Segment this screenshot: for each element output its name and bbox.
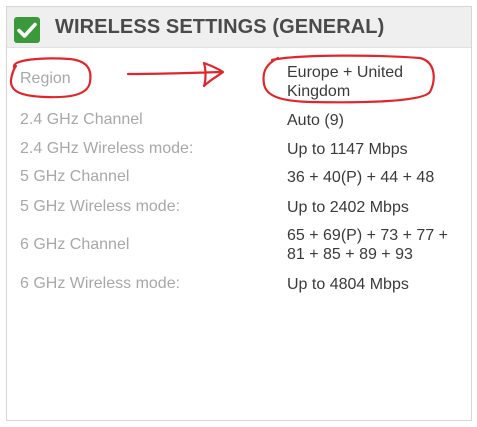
row-label-6g-channel: 6 GHz Channel (20, 236, 130, 253)
row-label-5g-mode: 5 GHz Wireless mode: (20, 198, 181, 215)
wireless-settings-panel: WIRELESS SETTINGS (GENERAL) Region Europ… (6, 6, 472, 421)
row-label-6g-mode: 6 GHz Wireless mode: (20, 275, 181, 292)
section-title: WIRELESS SETTINGS (GENERAL) (55, 16, 385, 38)
row-value-5g-channel: 36 + 40(P) + 44 + 48 (287, 169, 435, 186)
row-value-6g-channel: 65 + 69(P) + 73 + 77 + 81 + 85 + 89 + 93 (287, 227, 449, 263)
row-label-5g-channel: 5 GHz Channel (20, 168, 130, 185)
row-label-2g-mode: 2.4 GHz Wireless mode: (20, 140, 194, 157)
row-value-5g-mode: Up to 2402 Mbps (287, 199, 409, 216)
row-value-region: Europe + United Kingdom (287, 64, 404, 100)
section-header: WIRELESS SETTINGS (GENERAL) (7, 7, 471, 48)
row-label-2g-channel: 2.4 GHz Channel (20, 111, 143, 128)
green-checkmark-icon (14, 17, 40, 43)
row-value-6g-mode: Up to 4804 Mbps (287, 276, 409, 293)
row-label-region: Region (20, 70, 71, 87)
row-value-2g-channel: Auto (9) (287, 112, 344, 129)
row-value-2g-mode: Up to 1147 Mbps (287, 141, 408, 158)
